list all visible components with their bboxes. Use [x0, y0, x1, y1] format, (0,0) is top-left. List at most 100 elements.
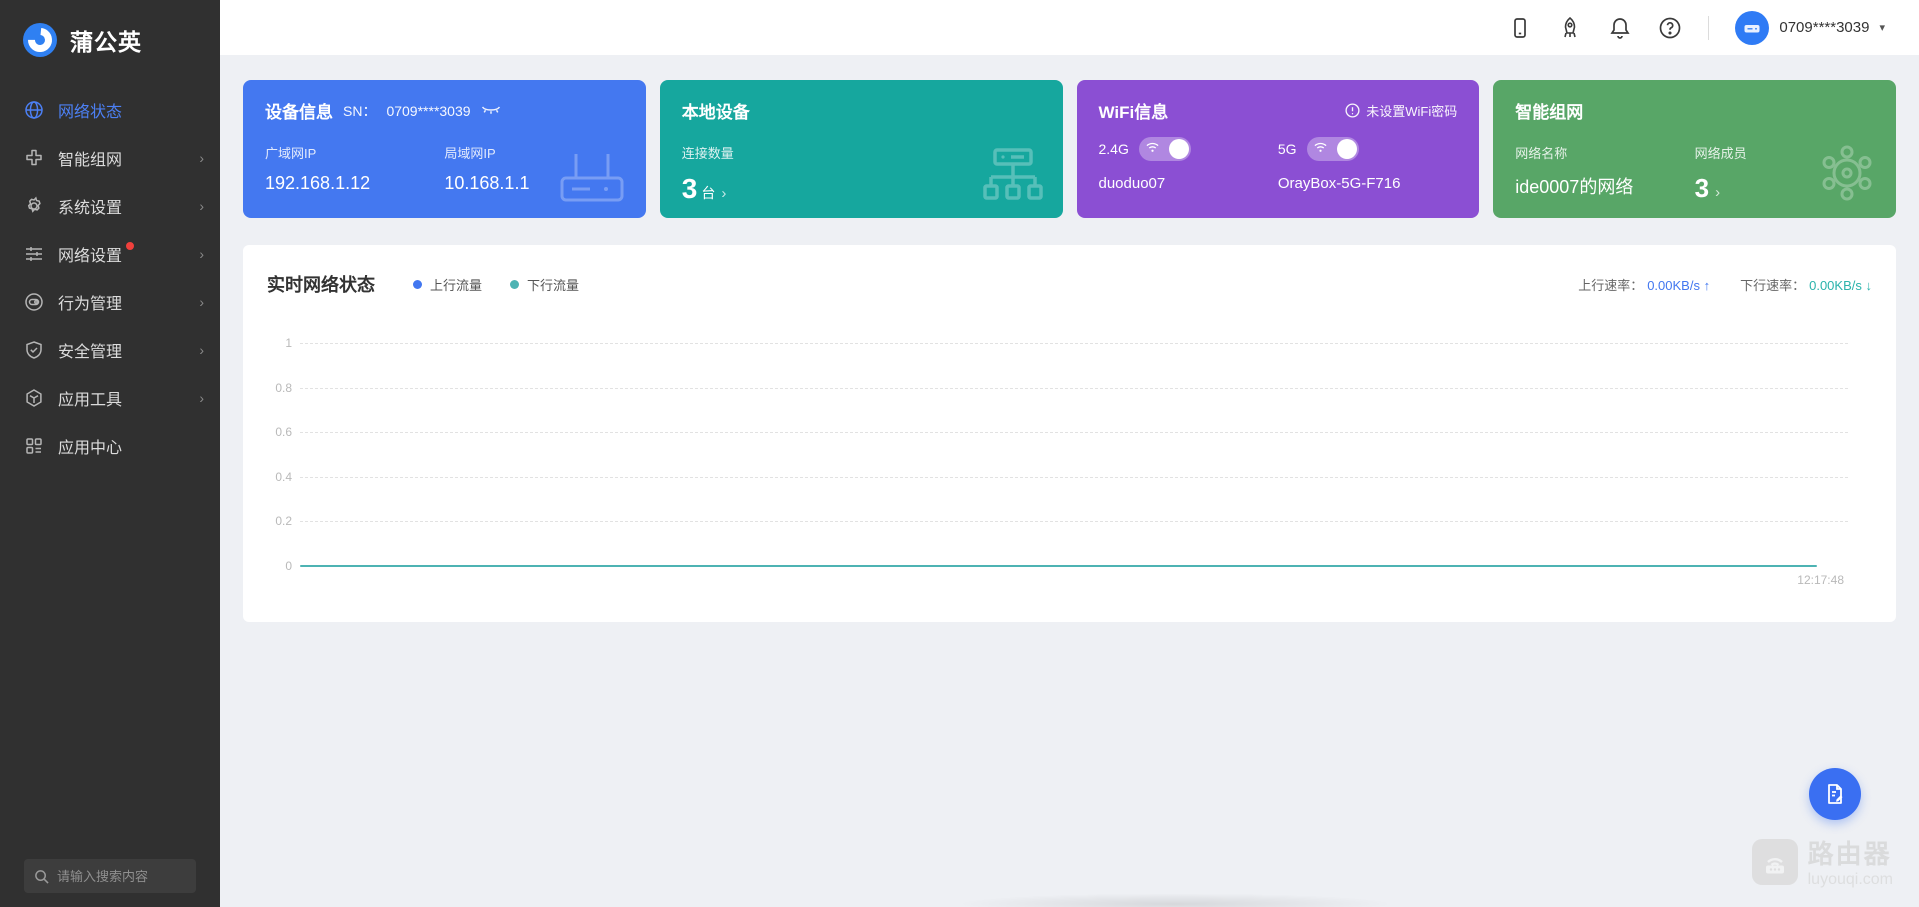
ssid-5g: OrayBox-5G-F716 [1277, 175, 1401, 192]
search-input[interactable] [57, 868, 186, 884]
globe-icon [25, 101, 43, 119]
y-tick-label: 0 [285, 559, 292, 573]
legend-label: 下行流量 [527, 277, 580, 293]
down-rate-label: 下行速率： [1740, 277, 1806, 293]
sidebar-item-network-settings[interactable]: 网络设置 › [0, 230, 220, 278]
local-devices-card[interactable]: 本地设备 连接数量 3 台 › [659, 80, 1063, 218]
members-number: 3 [1694, 173, 1710, 203]
eye-closed-icon[interactable] [481, 105, 501, 117]
chart-legend: 上行流量 下行流量 [413, 275, 579, 294]
down-rate-value: 0.00KB/s ↓ [1809, 277, 1873, 293]
avatar [1735, 10, 1770, 45]
sidebar-item-label: 安全管理 [58, 344, 123, 361]
connection-count-label: 连接数量 [681, 146, 734, 161]
card-title: 本地设备 [681, 103, 750, 122]
count-unit: 台 [701, 185, 716, 201]
chevron-right-icon: › [199, 198, 204, 214]
toolbox-icon [26, 389, 42, 407]
legend-upload[interactable]: 上行流量 [413, 275, 482, 294]
dandelion-logo-icon [23, 23, 57, 57]
band-2g4-label: 2.4G [1098, 141, 1129, 157]
sidebar-item-app-center[interactable]: 应用中心 [0, 422, 220, 470]
connection-count-value[interactable]: 3 台 › [682, 173, 861, 205]
y-tick-label: 1 [285, 336, 292, 350]
sidebar-item-label: 行为管理 [58, 296, 123, 313]
shield-check-icon [26, 341, 42, 359]
mobile-icon[interactable] [1508, 16, 1532, 40]
rocket-icon[interactable] [1558, 16, 1582, 40]
legend-download[interactable]: 下行流量 [510, 275, 579, 294]
card-title: 设备信息 [265, 103, 333, 122]
chevron-right-icon[interactable]: › [1715, 184, 1720, 201]
sidebar-item-system-settings[interactable]: 系统设置 › [0, 182, 220, 230]
app-window: 蒲公英 网络状态 智能组网 › 系统设置 › 网络设置 › 行为管理 › 安全管… [0, 0, 1919, 907]
gridline-y-0.8 [300, 387, 1848, 389]
gridline-y-0.6 [300, 432, 1848, 434]
help-icon[interactable] [1658, 16, 1682, 40]
sidebar-item-network-status[interactable]: 网络状态 [0, 86, 220, 134]
behavior-icon [25, 293, 43, 311]
wifi-info-card[interactable]: WiFi信息 未设置WiFi密码 2.4G duoduo07 5G OrayBo… [1076, 80, 1480, 218]
router-avatar-icon [1744, 24, 1760, 32]
warning-text: 未设置WiFi密码 [1366, 104, 1458, 119]
topology-icon [982, 148, 1043, 200]
legend-dot-upload [413, 279, 422, 289]
sidebar-item-behavior-management[interactable]: 行为管理 › [0, 278, 220, 326]
sidebar-item-security-management[interactable]: 安全管理 › [0, 326, 220, 374]
up-rate-value: 0.00KB/s ↑ [1647, 277, 1711, 293]
wan-ip-label: 广域网IP [265, 146, 317, 161]
wifi-5g-toggle[interactable] [1306, 137, 1359, 161]
sidebar: 蒲公英 网络状态 智能组网 › 系统设置 › 网络设置 › 行为管理 › 安全管… [0, 0, 220, 907]
gridline-y-1 [300, 343, 1848, 344]
chart-plot-area: 0 0.2 0.4 0.6 0.8 1 12:17:48 [275, 336, 1848, 587]
sidebar-item-label: 网络设置 [58, 248, 123, 265]
sidebar-search [24, 859, 196, 893]
feedback-fab-button[interactable] [1809, 768, 1861, 820]
down-arrow-icon: ↓ [1865, 277, 1873, 293]
legend-label: 上行流量 [430, 277, 483, 293]
edit-document-icon [1828, 784, 1843, 804]
sidebar-item-smart-networking[interactable]: 智能组网 › [0, 134, 220, 182]
sn-value: 0709****3039 [386, 102, 471, 119]
chevron-right-icon[interactable]: › [721, 185, 726, 202]
bell-icon[interactable] [1608, 16, 1632, 40]
wifi-password-warning[interactable]: 未设置WiFi密码 [1345, 101, 1457, 120]
alert-circle-icon [1345, 103, 1360, 118]
content: 设备信息 SN： 0709****3039 广域网IP 192.168.1.12… [220, 55, 1919, 907]
topbar: 0709****3039 ▾ [220, 0, 1919, 55]
smart-networking-card[interactable]: 智能组网 网络名称 ide0007的网络 网络成员 3 › [1493, 80, 1896, 218]
download-series-line [300, 565, 1818, 567]
main-area: 0709****3039 ▾ 设备信息 SN： 0709****3039 广域网… [220, 0, 1919, 907]
band-5g-label: 5G [1277, 141, 1297, 157]
sidebar-item-app-tools[interactable]: 应用工具 › [0, 374, 220, 422]
rate-readouts: 上行速率： 0.00KB/s ↑ 下行速率： 0.00KB/s ↓ [1578, 275, 1872, 294]
ssid-2g4: duoduo07 [1098, 175, 1166, 192]
apps-grid-icon [26, 438, 42, 454]
summary-cards: 设备信息 SN： 0709****3039 广域网IP 192.168.1.12… [243, 80, 1896, 218]
chevron-right-icon: › [199, 294, 204, 310]
legend-dot-download [510, 279, 520, 289]
sliders-icon [26, 247, 42, 261]
device-info-card[interactable]: 设备信息 SN： 0709****3039 广域网IP 192.168.1.12… [243, 80, 646, 218]
account-id: 0709****3039 [1779, 19, 1870, 36]
chevron-right-icon: › [199, 150, 204, 166]
y-tick-label: 0.8 [275, 380, 292, 395]
network-name-label: 网络名称 [1515, 146, 1568, 161]
sidebar-item-label: 应用工具 [58, 392, 123, 409]
sn-label: SN： [343, 102, 377, 119]
gridline-y-0.4 [300, 476, 1848, 478]
account-menu[interactable]: 0709****3039 ▾ [1735, 10, 1885, 45]
chevron-right-icon: › [199, 342, 204, 358]
card-title: WiFi信息 [1098, 103, 1169, 122]
search-icon [35, 869, 49, 884]
sidebar-item-label: 智能组网 [58, 152, 123, 169]
gridline-y-0.2 [300, 521, 1848, 523]
wifi-icon [1146, 142, 1159, 152]
mesh-network-icon [1822, 145, 1872, 201]
chart-title: 实时网络状态 [267, 275, 375, 295]
toggle-knob [1168, 139, 1189, 159]
sidebar-nav: 网络状态 智能组网 › 系统设置 › 网络设置 › 行为管理 › 安全管理 › … [0, 86, 220, 470]
wifi-2g4-toggle[interactable] [1138, 137, 1191, 161]
notification-dot [126, 242, 134, 250]
wan-ip-value: 192.168.1.12 [265, 173, 371, 193]
